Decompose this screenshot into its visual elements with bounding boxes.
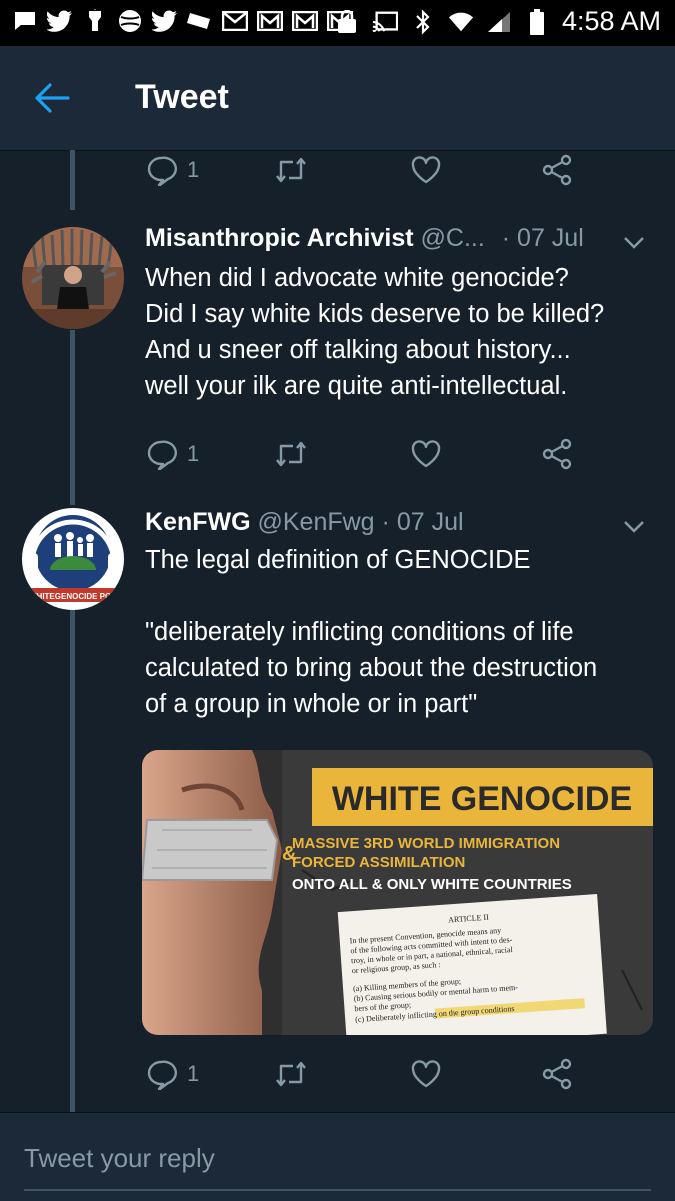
heart-icon [411, 440, 441, 468]
tweet-line: The legal definition of GENOCIDE [145, 546, 531, 574]
share-icon [542, 1058, 572, 1090]
display-name[interactable]: KenFWG [145, 508, 251, 536]
reply-input[interactable]: Tweet your reply [24, 1143, 215, 1174]
avatar-image [22, 227, 124, 329]
tweet-header: Misanthropic Archivist @C... · 07 Jul [145, 224, 584, 253]
chevron-down-icon[interactable] [623, 236, 645, 250]
page-title: Tweet [135, 78, 229, 116]
tweet-text: The legal definition of GENOCIDE "delibe… [145, 542, 655, 722]
gmail-icon [257, 8, 283, 34]
gmail-icon [222, 8, 248, 34]
tweet-line: well your ilk are quite anti-intellectua… [145, 372, 568, 400]
heart-icon [411, 156, 441, 184]
avatar-image: WHITEGENOCIDE POD [22, 508, 124, 610]
tweet-actions: 1 [145, 152, 605, 188]
app-bar: Tweet [0, 46, 675, 151]
cast-icon [372, 9, 398, 35]
retweet-button[interactable] [273, 1056, 309, 1092]
input-underline [24, 1189, 651, 1191]
ticket-icon [187, 8, 213, 34]
reply-icon [147, 440, 177, 470]
tweet-line: Did I say white kids deserve to be kille… [145, 300, 605, 328]
tweet-actions: 1 [145, 1056, 605, 1092]
like-button[interactable] [410, 152, 442, 188]
lock-icon [334, 9, 360, 35]
tweet-media[interactable]: WHITE GENOCIDE & MASSIVE 3RD WORLD IMMIG… [142, 750, 653, 1035]
reply-button[interactable]: 1 [145, 1056, 199, 1092]
thread-connector [70, 330, 75, 505]
retweet-button[interactable] [273, 152, 309, 188]
reply-icon [147, 1060, 177, 1090]
media-subtitle: ONTO ALL & ONLY WHITE COUNTRIES [292, 876, 572, 893]
like-button[interactable] [410, 1056, 442, 1092]
tweet-date: · 07 Jul [381, 508, 464, 536]
flashlight-icon [82, 8, 108, 34]
gmail-icon [292, 8, 318, 34]
reply-count: 1 [187, 441, 200, 466]
tweet-date: · 07 Jul [501, 224, 584, 252]
reply-icon [147, 156, 177, 186]
media-subtitle: FORCED ASSIMILATION [292, 854, 465, 871]
twitter-icon [47, 8, 73, 34]
tweet-header: KenFWG @KenFwg · 07 Jul [145, 508, 464, 537]
thread-connector [70, 150, 75, 210]
heart-icon [411, 1060, 441, 1088]
reply-count: 1 [187, 157, 200, 182]
retweet-button[interactable] [273, 436, 309, 472]
message-icon [12, 8, 38, 34]
battery-icon [524, 8, 550, 35]
reply-composer[interactable]: Tweet your reply [0, 1112, 675, 1201]
media-image: WHITE GENOCIDE & MASSIVE 3RD WORLD IMMIG… [142, 750, 653, 1035]
avatar[interactable] [22, 227, 124, 329]
retweet-icon [276, 157, 306, 183]
share-button[interactable] [540, 1056, 574, 1092]
avatar-caption: WHITEGENOCIDE POD [29, 592, 117, 601]
status-bar: 4:58 AM [0, 0, 675, 46]
chevron-down-icon[interactable] [623, 520, 645, 534]
tweet-text: When did I advocate white genocide? Did … [145, 260, 655, 404]
user-handle[interactable]: @KenFwg [258, 508, 375, 536]
reply-button[interactable]: 1 [145, 152, 199, 188]
wifi-icon [448, 9, 474, 35]
signal-icon [486, 9, 512, 35]
back-button[interactable] [32, 80, 72, 116]
tweet-line: of a group in whole or in part" [145, 690, 478, 718]
avatar[interactable]: WHITEGENOCIDE POD [22, 508, 124, 610]
back-arrow-icon [35, 83, 70, 113]
share-icon [542, 438, 572, 470]
like-button[interactable] [410, 436, 442, 472]
media-headline: WHITE GENOCIDE [332, 780, 632, 818]
share-button[interactable] [540, 152, 574, 188]
thread-connector [70, 610, 75, 1112]
tweet-line: calculated to bring about the destructio… [145, 654, 598, 682]
twitter-icon [152, 8, 178, 34]
ball-icon [117, 8, 143, 34]
retweet-icon [276, 1061, 306, 1087]
media-subtitle: MASSIVE 3RD WORLD IMMIGRATION [292, 835, 560, 852]
share-icon [542, 154, 572, 186]
clock: 4:58 AM [561, 6, 661, 36]
tweet-actions: 1 [145, 436, 605, 472]
bluetooth-icon [410, 8, 436, 35]
share-button[interactable] [540, 436, 574, 472]
user-handle[interactable]: @C... [421, 224, 485, 252]
reply-count: 1 [187, 1061, 200, 1086]
tweet-line: When did I advocate white genocide? [145, 264, 569, 292]
retweet-icon [276, 441, 306, 467]
tweet-line: "deliberately inflicting conditions of l… [145, 618, 574, 646]
tweet-line: And u sneer off talking about history... [145, 336, 571, 364]
display-name[interactable]: Misanthropic Archivist [145, 224, 414, 252]
reply-button[interactable]: 1 [145, 436, 199, 472]
